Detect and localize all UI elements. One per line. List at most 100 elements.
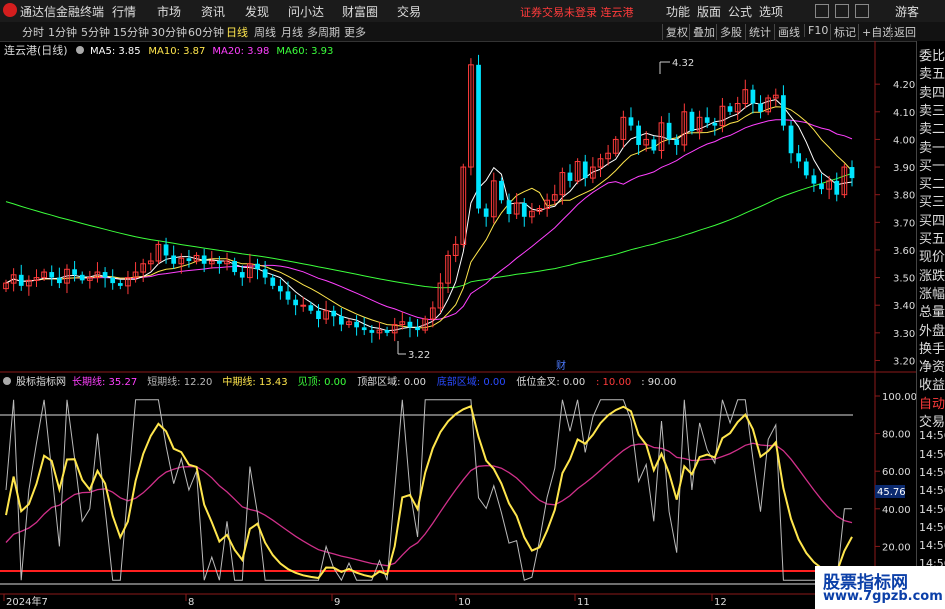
side-panel-item[interactable]: 14:56	[919, 466, 945, 479]
maximize-icon[interactable]	[835, 4, 849, 18]
side-panel-item[interactable]: 买五	[919, 228, 945, 247]
menu-ask[interactable]: 问小达	[288, 3, 324, 20]
candle-body	[415, 327, 420, 331]
price-label: 4.20	[893, 80, 915, 91]
overlay-button[interactable]: 叠加	[689, 24, 715, 40]
side-panel-item[interactable]: 交易	[919, 411, 945, 430]
period-monthly[interactable]: 月线	[281, 24, 303, 40]
settings-dot-icon[interactable]	[76, 46, 84, 54]
indicator-label-5: 顶部区域: 0.00	[357, 375, 426, 388]
period-multi[interactable]: 多周期	[307, 24, 340, 40]
candle-body	[278, 285, 283, 292]
period-5min[interactable]: 5分钟	[81, 24, 110, 40]
mark-button[interactable]: 标记	[830, 24, 856, 40]
indicator-label-6: 底部区域: 0.00	[437, 375, 506, 388]
menu-discover[interactable]: 发现	[245, 3, 269, 20]
candle-body	[300, 304, 307, 307]
period-60min[interactable]: 60分钟	[188, 24, 224, 40]
period-weekly[interactable]: 周线	[254, 24, 276, 40]
candle-body	[384, 330, 390, 333]
add-watchlist-button[interactable]: +自选	[858, 24, 893, 40]
period-intraday[interactable]: 分时	[22, 24, 44, 40]
side-panel-item[interactable]: 自动	[919, 393, 945, 412]
candle-body	[117, 283, 123, 286]
menu-wealth[interactable]: 财富圈	[342, 3, 378, 20]
draw-button[interactable]: 画线	[774, 24, 800, 40]
candle-body	[316, 310, 321, 320]
app-title: 通达信金融终端	[20, 5, 105, 19]
period-30min[interactable]: 30分钟	[151, 24, 187, 40]
stats-button[interactable]: 统计	[745, 24, 771, 40]
f10-button[interactable]: F10	[804, 24, 828, 37]
candle-body	[354, 321, 359, 328]
side-panel-item[interactable]: 现价	[919, 246, 945, 265]
side-panel-item[interactable]: 卖五	[919, 63, 945, 82]
indicator-axis-label: 100.00	[882, 392, 916, 403]
candle-body	[217, 261, 222, 264]
back-button[interactable]: 返回	[890, 24, 916, 40]
formula-button[interactable]: 公式	[728, 3, 752, 20]
side-panel-item[interactable]: 外盘	[919, 320, 945, 339]
side-panel-item[interactable]: 涨跌	[919, 265, 945, 284]
candle-body	[361, 327, 367, 331]
menu-market[interactable]: 市场	[157, 3, 181, 20]
options-button[interactable]: 选项	[759, 3, 783, 20]
menu-quotes[interactable]: 行情	[112, 3, 136, 20]
candle-body	[666, 122, 672, 140]
indicator-axis: 100.00 80.00 60.00 40.00 20.00	[875, 392, 916, 553]
candle-body	[750, 89, 756, 104]
side-panel-item[interactable]: 卖四	[919, 82, 945, 101]
layout-button[interactable]: 版面	[697, 3, 721, 20]
multi-stock-button[interactable]: 多股	[716, 24, 742, 40]
main-chart[interactable]: 连云港(日线) MA5: 3.85 MA10: 3.87 MA20: 3.98 MA6…	[0, 41, 916, 609]
function-button[interactable]: 功能	[666, 3, 690, 20]
side-panel-item[interactable]: 买一	[919, 155, 945, 174]
period-daily[interactable]: 日线	[226, 24, 248, 40]
price-label: 3.50	[893, 274, 915, 285]
menu-trade[interactable]: 交易	[397, 3, 421, 20]
side-panel-item[interactable]: 净资	[919, 356, 945, 375]
guest-button[interactable]: 游客	[895, 3, 919, 20]
side-panel-item[interactable]: 14:56	[919, 448, 945, 461]
date-label: 10	[458, 597, 471, 608]
price-label: 3.40	[893, 301, 915, 312]
candle-body	[369, 330, 375, 333]
side-panel-item[interactable]: 总量	[919, 301, 945, 320]
period-more[interactable]: 更多	[344, 24, 366, 40]
side-panel-item[interactable]: 买二	[919, 173, 945, 192]
watermark-url: www.7gpzb.com	[823, 589, 943, 604]
adjust-button[interactable]: 复权	[662, 24, 688, 40]
indicator-axis-label: 20.00	[882, 542, 911, 553]
candle-body	[788, 125, 794, 154]
side-panel-item[interactable]: 收益	[919, 374, 945, 393]
menu-news[interactable]: 资讯	[201, 3, 225, 20]
side-panel-item[interactable]: 14:56	[919, 539, 945, 552]
stock-label: 连云港(日线)	[4, 43, 68, 57]
side-panel-item[interactable]: 卖三	[919, 100, 945, 119]
side-panel-item[interactable]: 买三	[919, 191, 945, 210]
side-panel-item[interactable]: 14:56	[919, 484, 945, 497]
finance-marker[interactable]: 财	[556, 359, 566, 372]
ma5-path	[5, 99, 853, 332]
candle-body	[232, 261, 238, 273]
side-panel-item[interactable]: 14:56	[919, 503, 945, 516]
indicator-settings-dot-icon[interactable]	[3, 377, 11, 385]
period-toolbar: 分时 1分钟 5分钟 15分钟 30分钟 60分钟 日线 周线 月线 多周期 更…	[0, 22, 945, 42]
side-panel-item[interactable]: 买四	[919, 210, 945, 229]
side-panel-item[interactable]: 换手	[919, 338, 945, 357]
ma-label-1: MA10: 3.87	[148, 46, 205, 57]
side-panel-item[interactable]: 14:56	[919, 521, 945, 534]
side-panel-item[interactable]: 14:56	[919, 429, 945, 442]
period-1min[interactable]: 1分钟	[48, 24, 77, 40]
side-panel-item[interactable]: 涨幅	[919, 283, 945, 302]
candle-body	[849, 167, 855, 179]
side-panel-item[interactable]: 卖一	[919, 137, 945, 156]
app-logo-icon	[3, 3, 17, 17]
candle-body	[651, 139, 657, 151]
close-icon[interactable]	[855, 4, 869, 18]
side-panel-item[interactable]: 委比	[919, 45, 945, 64]
period-15min[interactable]: 15分钟	[113, 24, 149, 40]
minimize-icon[interactable]	[815, 4, 829, 18]
indicator-label-0: 股标指标网	[16, 375, 66, 388]
side-panel-item[interactable]: 卖二	[919, 118, 945, 137]
